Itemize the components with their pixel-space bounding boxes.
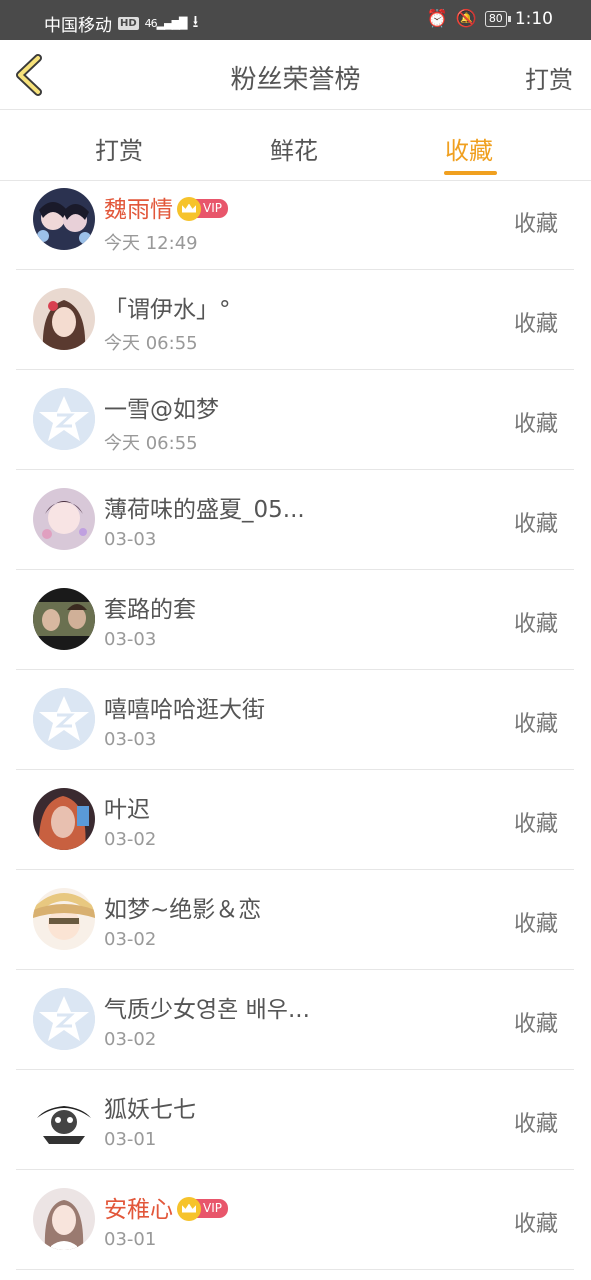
hd-icon: HD [118,17,139,30]
timestamp: 今天 06:55 [104,333,198,354]
favorite-label: 收藏 [513,1012,558,1037]
status-bar: 中国移动 HD 46▂▄▆█ ⭳ ⏰ 🔕 80 1:10 [0,0,591,40]
download-icon: ⭳ [192,12,199,32]
list-item[interactable]: 叶迟 03-02 收藏 [16,770,574,870]
battery-level: 80 [488,12,503,25]
user-name: 套路的套 [104,597,196,623]
list-item[interactable]: 狐妖七七 03-01 收藏 [16,1070,574,1170]
crown-icon [177,196,201,221]
avatar [33,588,95,650]
default-avatar-icon [33,988,95,1050]
list-item[interactable]: 嘻嘻哈哈逛大街 03-03 收藏 [16,670,574,770]
avatar [33,288,95,350]
favorite-label: 收藏 [513,712,558,737]
user-name: 如梦~绝影＆恋 [104,897,262,923]
favorite-label: 收藏 [513,612,558,637]
timestamp: 03-02 [104,829,157,850]
list-item[interactable]: 魏雨情 VIP 今天 12:49 收藏 [16,170,574,270]
timestamp: 03-01 [104,1129,157,1150]
crown-icon [177,1196,201,1221]
user-name: 一雪@如梦 [104,397,219,423]
user-name: 「谓伊水」° [104,297,231,323]
timestamp: 03-03 [104,729,157,750]
default-avatar-icon [33,388,95,450]
user-name: 魏雨情 VIP [104,190,228,224]
timestamp: 03-02 [104,929,157,950]
favorite-label: 收藏 [513,812,558,837]
vip-badge: VIP [177,196,228,221]
user-name: 薄荷味的盛夏_05... [104,497,305,523]
signal-icon: 46▂▄▆█ [144,17,188,30]
carrier-label: 中国移动 [44,16,112,36]
favorite-label: 收藏 [513,212,558,237]
avatar [33,488,95,550]
avatar [33,888,95,950]
favorite-label: 收藏 [513,412,558,437]
user-name: 安稚心 VIP [104,1190,228,1224]
user-name: 狐妖七七 [104,1097,196,1123]
favorite-label: 收藏 [513,912,558,937]
tab-favorites[interactable]: 收藏 [445,131,493,166]
list-item[interactable]: 套路的套 03-03 收藏 [16,570,574,670]
status-left: 中国移动 HD 46▂▄▆█ ⭳ [44,9,198,38]
list-item[interactable]: 气质少女영혼 배우... 03-02 收藏 [16,970,574,1070]
favorite-label: 收藏 [513,312,558,337]
list-item[interactable]: 「谓伊水」° 今天 06:55 收藏 [16,270,574,370]
page-title: 粉丝荣誉榜 [230,65,361,95]
list-item[interactable]: 如梦~绝影＆恋 03-02 收藏 [16,870,574,970]
avatar [33,788,95,850]
nav-bar: 粉丝荣誉榜 打赏 [0,40,591,110]
favorite-label: 收藏 [513,1212,558,1237]
tab-flowers[interactable]: 鲜花 [270,131,318,166]
battery-icon: 80 [484,11,511,27]
list-item[interactable]: 一雪@如梦 今天 06:55 收藏 [16,370,574,470]
user-name-text: 魏雨情 [104,197,173,223]
reward-button[interactable]: 打赏 [525,60,573,95]
alarm-icon: ⏰ [426,9,448,29]
timestamp: 03-01 [104,1229,157,1250]
favorite-label: 收藏 [513,512,558,537]
network-label: 46 [144,17,158,30]
mute-icon: 🔕 [455,9,477,29]
status-right: ⏰ 🔕 80 1:10 [426,9,553,29]
clock: 1:10 [514,9,553,29]
user-name: 嘻嘻哈哈逛大街 [104,697,265,723]
avatar [33,188,95,250]
user-name: 叶迟 [104,797,150,823]
avatar [33,1088,95,1150]
user-name-text: 安稚心 [104,1197,173,1223]
list-item[interactable]: 薄荷味的盛夏_05... 03-03 收藏 [16,470,574,570]
timestamp: 03-03 [104,529,157,550]
default-avatar-icon [33,688,95,750]
timestamp: 今天 06:55 [104,433,198,454]
fan-list: 魏雨情 VIP 今天 12:49 收藏 「谓伊水」° 今天 06:55 收藏 一雪… [16,170,574,1270]
timestamp: 03-02 [104,1029,157,1050]
list-item[interactable]: 安稚心 VIP 03-01 收藏 [16,1170,574,1270]
timestamp: 03-03 [104,629,157,650]
vip-badge: VIP [177,1196,228,1221]
favorite-label: 收藏 [513,1112,558,1137]
timestamp: 今天 12:49 [104,233,198,254]
tab-reward[interactable]: 打赏 [95,131,143,166]
user-name: 气质少女영혼 배우... [104,997,310,1023]
avatar [33,1188,95,1250]
